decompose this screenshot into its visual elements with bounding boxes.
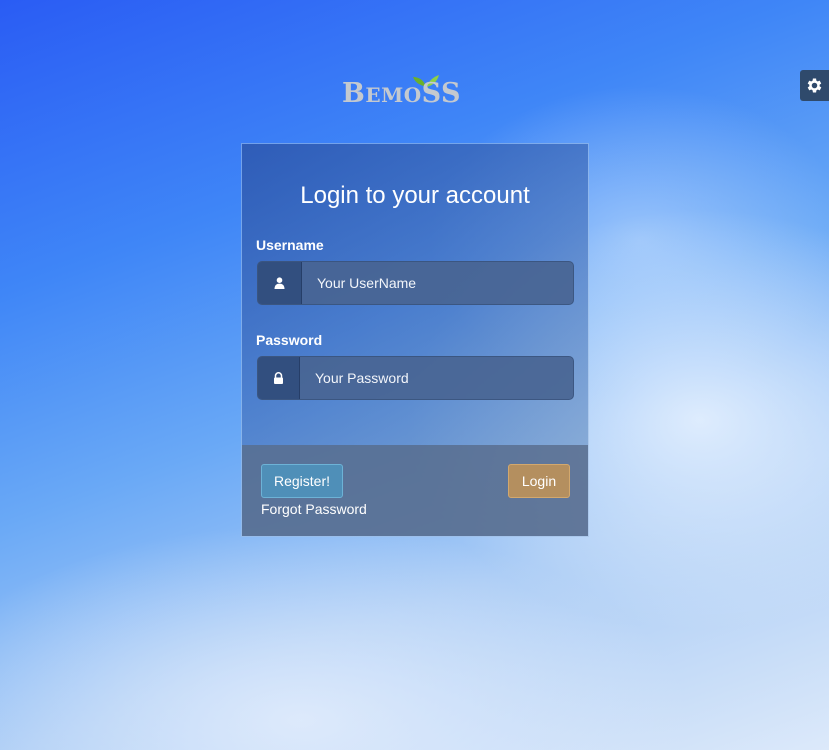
lock-icon xyxy=(274,372,283,384)
forgot-password-link[interactable]: Forgot Password xyxy=(261,501,367,517)
logo-text: BEMOSS xyxy=(342,78,462,109)
login-button[interactable]: Login xyxy=(508,464,570,498)
username-addon xyxy=(258,262,302,304)
settings-button[interactable] xyxy=(800,70,829,101)
page-title: Login to your account xyxy=(300,182,530,209)
login-form: Login to your account Username Password xyxy=(242,144,588,445)
password-addon xyxy=(258,357,300,399)
username-input-group xyxy=(257,261,574,305)
register-button[interactable]: Register! xyxy=(261,464,343,498)
username-label: Username xyxy=(256,237,324,253)
username-input[interactable] xyxy=(302,262,573,304)
password-input[interactable] xyxy=(300,357,573,399)
login-panel: Login to your account Username Password xyxy=(241,143,589,537)
bemoss-logo: BEMOSS xyxy=(342,74,488,110)
password-label: Password xyxy=(256,332,323,348)
password-input-group xyxy=(257,356,574,400)
user-icon xyxy=(274,277,285,289)
gear-icon xyxy=(807,78,822,93)
login-footer: Register! Login Forgot Password xyxy=(242,445,588,536)
